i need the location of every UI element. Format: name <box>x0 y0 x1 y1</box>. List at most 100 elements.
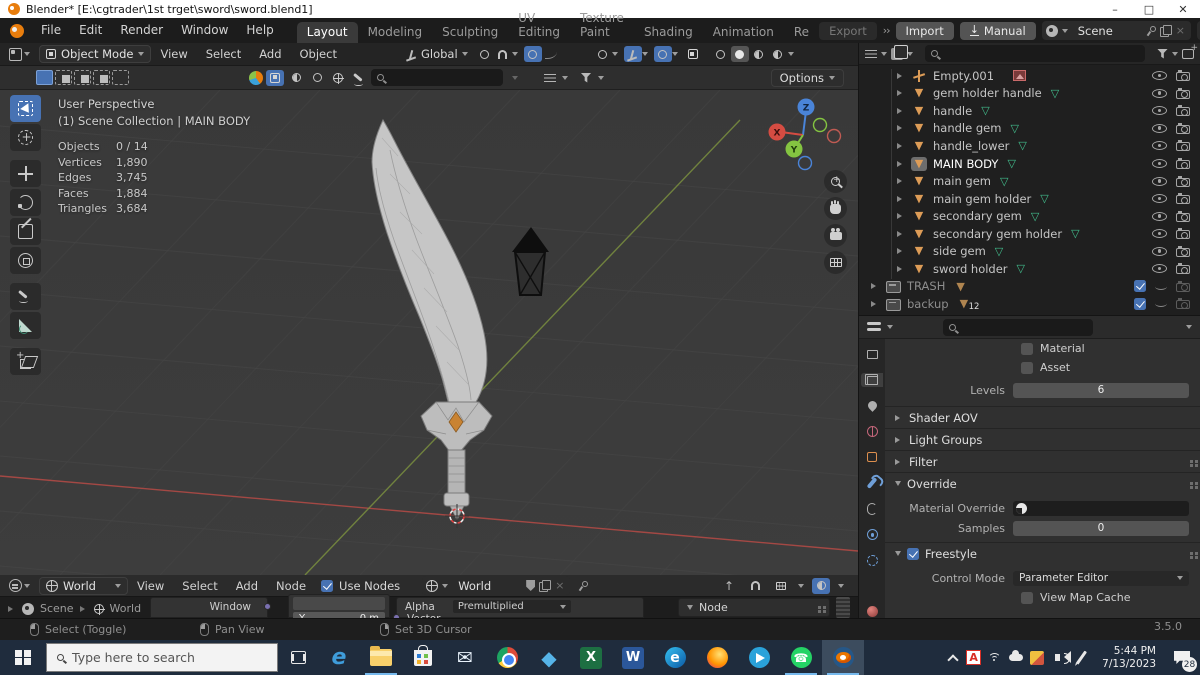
scrollbar[interactable] <box>836 597 850 618</box>
outliner-row[interactable]: ▼ main gem holder ▽ ▼ <box>859 190 1200 208</box>
outliner-row[interactable]: ▼ main gem ▽ ▼ <box>859 172 1200 190</box>
shader-menu-item[interactable]: Add <box>227 579 267 593</box>
holdout-icon[interactable] <box>1155 300 1167 308</box>
display-mode-icon[interactable] <box>865 49 877 59</box>
outliner-row[interactable]: ▼ gem holder handle ▽ ▼ <box>859 85 1200 103</box>
outliner-row[interactable]: ▼ TRASH ▽ ▼ <box>859 278 1200 296</box>
property-tab[interactable] <box>861 579 883 594</box>
hide-viewport-icon[interactable] <box>1152 264 1167 274</box>
disable-render-icon[interactable] <box>1176 158 1190 169</box>
taskbar-app[interactable]: ◆ <box>528 640 570 675</box>
tool-button[interactable] <box>10 124 41 151</box>
tray-onedrive[interactable] <box>1005 640 1026 675</box>
property-tab[interactable] <box>861 476 883 491</box>
snap-target-button[interactable] <box>476 46 494 62</box>
taskbar-app[interactable] <box>696 640 738 675</box>
tool-button[interactable] <box>10 95 41 122</box>
outliner-row[interactable]: ▼ secondary gem ▽ ▼ <box>859 207 1200 225</box>
rendered-shading-button[interactable] <box>769 46 787 62</box>
collection-checkbox[interactable] <box>1134 297 1146 310</box>
tray-pen[interactable] <box>1068 640 1094 675</box>
drag-grip-icon[interactable] <box>1190 482 1193 485</box>
expand-arrow-icon[interactable] <box>897 160 905 167</box>
hide-viewport-icon[interactable] <box>1152 159 1167 168</box>
disable-render-icon[interactable] <box>1176 298 1190 310</box>
navigation-gizmo[interactable]: Z X Y <box>763 95 849 171</box>
workspace-tab[interactable]: Shading <box>634 22 703 43</box>
drag-grip-icon[interactable] <box>1190 552 1193 555</box>
samples-field[interactable]: 0 <box>1013 520 1189 536</box>
world-datablock[interactable]: World × <box>422 576 571 595</box>
workspace-tab[interactable]: Texture Paint <box>570 8 634 43</box>
property-tab[interactable] <box>861 424 883 439</box>
disable-render-icon[interactable] <box>1176 122 1190 134</box>
drag-grip-icon[interactable] <box>1190 460 1193 463</box>
menubar-item[interactable]: Help <box>237 18 282 43</box>
menubar-item[interactable]: Edit <box>70 18 111 43</box>
select-new-button[interactable] <box>36 70 53 85</box>
close-button[interactable]: ✕ <box>1166 0 1200 18</box>
levels-field[interactable]: 6 <box>1013 382 1189 398</box>
filter-panel[interactable]: Filter <box>885 450 1200 472</box>
hide-viewport-icon[interactable] <box>1152 88 1167 98</box>
property-tab[interactable] <box>861 398 883 413</box>
properties-search-field[interactable] <box>942 318 1093 336</box>
filter-button[interactable] <box>577 70 595 86</box>
editor-type-button[interactable] <box>4 47 35 61</box>
import-button[interactable]: Import <box>895 21 954 40</box>
hide-viewport-icon[interactable] <box>1152 211 1167 221</box>
material-override-field[interactable] <box>1013 500 1189 516</box>
expand-arrow-icon[interactable] <box>897 265 905 272</box>
collection-checkbox[interactable] <box>1134 280 1146 293</box>
browse-square-button[interactable] <box>266 69 284 86</box>
gizmos-button[interactable] <box>623 46 642 62</box>
taskbar-app[interactable] <box>486 640 528 675</box>
object-name[interactable]: backup <box>907 297 949 311</box>
expand-arrow-icon[interactable] <box>897 72 905 79</box>
override-panel[interactable]: Override <box>885 472 1200 494</box>
duplicate-icon[interactable] <box>539 580 552 592</box>
freestyle-checkbox[interactable] <box>907 547 919 560</box>
viewport-menu-item[interactable]: Select <box>197 47 250 61</box>
disable-render-icon[interactable] <box>1176 193 1190 205</box>
disable-render-icon[interactable] <box>1176 263 1190 275</box>
object-name[interactable]: TRASH <box>907 279 945 293</box>
outliner-row[interactable]: ▼ Empty.001 ▽ ▼ <box>859 67 1200 85</box>
hide-viewport-icon[interactable] <box>1152 71 1167 81</box>
mode-dropdown[interactable]: Object Mode <box>39 45 152 63</box>
texture-coordinate-node[interactable]: Window <box>150 597 271 618</box>
node-canvas[interactable]: Scene World Window Y0 m Alpha Premultipl… <box>0 594 858 618</box>
tool-button[interactable] <box>10 247 41 274</box>
outliner-row[interactable]: ▼ side gem ▽ ▼ <box>859 242 1200 260</box>
tray-volume[interactable] <box>1047 640 1072 675</box>
object-name[interactable]: secondary gem <box>933 209 1022 223</box>
taskbar-app[interactable] <box>738 640 780 675</box>
select-subtract-button[interactable] <box>74 70 91 85</box>
expand-arrow-icon[interactable] <box>897 230 905 237</box>
taskbar-app[interactable]: X <box>570 640 612 675</box>
outliner-row[interactable]: ▼ secondary gem holder ▽ ▼ <box>859 225 1200 243</box>
property-tab[interactable] <box>861 450 883 465</box>
scene-selector[interactable]: Scene × <box>1041 21 1191 40</box>
object-name[interactable]: MAIN BODY <box>933 157 998 171</box>
tray-image-app[interactable] <box>1026 640 1047 675</box>
hide-viewport-icon[interactable] <box>1152 141 1167 151</box>
outliner-row[interactable]: ▼ handle gem ▽ ▼ <box>859 120 1200 138</box>
tool-button[interactable] <box>10 160 41 187</box>
editor-type-button[interactable] <box>4 579 35 592</box>
maximize-button[interactable]: □ <box>1132 0 1166 18</box>
outliner-row[interactable]: ▼ handle ▽ ▼ <box>859 102 1200 120</box>
xray-button[interactable] <box>684 46 702 62</box>
taskbar-clock[interactable]: 5:44 PM 7/13/2023 <box>1094 645 1164 671</box>
options-chevron-icon[interactable] <box>1185 325 1192 332</box>
proportional-edit-button[interactable] <box>523 46 542 62</box>
view-map-cache-checkbox[interactable] <box>1021 591 1033 604</box>
object-name[interactable]: main gem holder <box>933 192 1031 206</box>
select-extend-button[interactable] <box>55 70 72 85</box>
material-checkbox[interactable] <box>1021 342 1033 355</box>
shader-type-dropdown[interactable]: World <box>39 576 128 595</box>
object-name[interactable]: handle <box>933 104 972 118</box>
taskbar-app[interactable] <box>402 640 444 675</box>
disable-render-icon[interactable] <box>1176 210 1190 222</box>
hide-viewport-icon[interactable] <box>1152 194 1167 204</box>
